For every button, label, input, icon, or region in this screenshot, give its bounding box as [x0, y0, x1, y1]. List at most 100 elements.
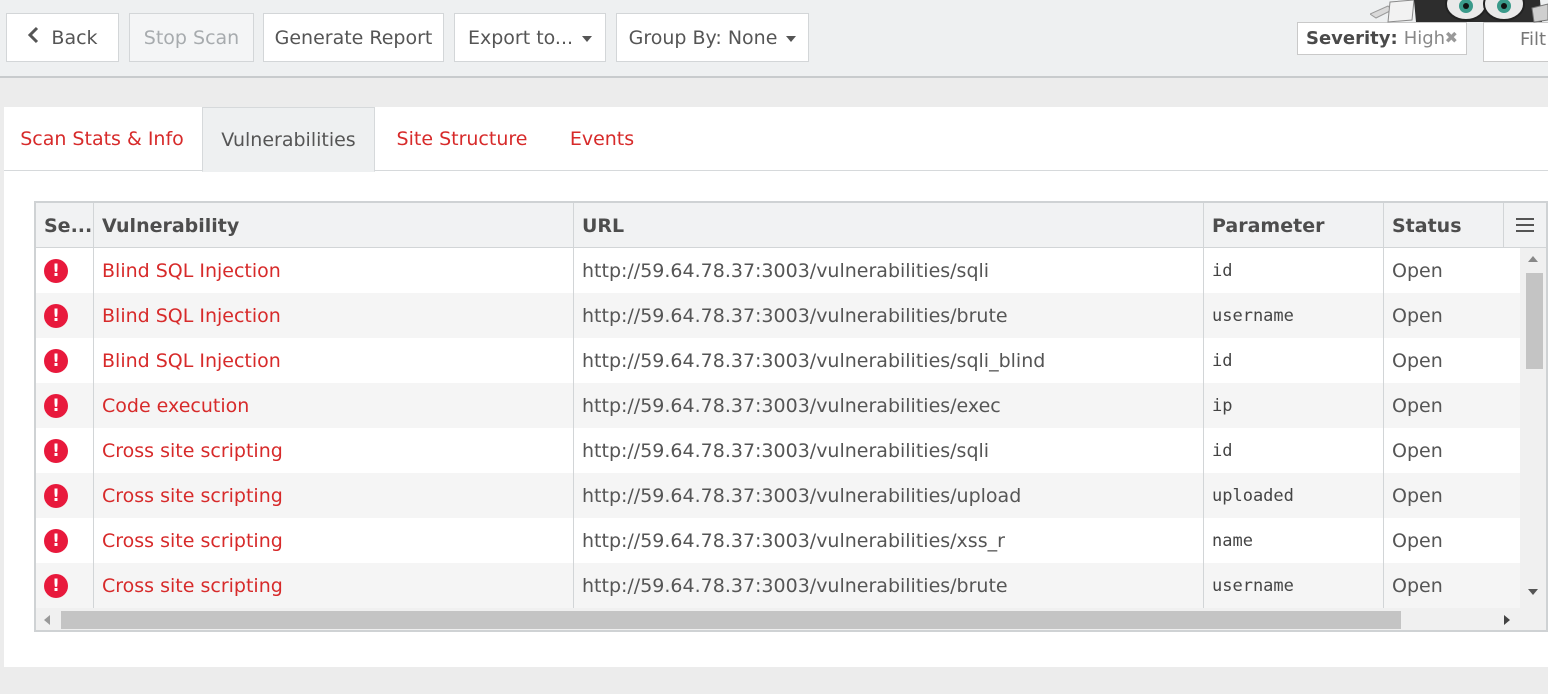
chevron-left-icon — [27, 26, 39, 49]
status-cell: Open — [1392, 439, 1443, 462]
tab-events[interactable]: Events — [552, 107, 652, 171]
vulnerability-cell[interactable]: Blind SQL Injection — [94, 248, 574, 293]
severity-filter-label: Severity: — [1306, 28, 1398, 49]
parameter-cell: username — [1204, 293, 1384, 338]
hamburger-menu-icon[interactable] — [1516, 218, 1534, 232]
back-label: Back — [51, 26, 98, 49]
grid-body: ! Blind SQL Injection http://59.64.78.37:3… — [36, 248, 1520, 608]
group-by-label: Group By: None — [628, 26, 778, 49]
tab-site-structure[interactable]: Site Structure — [384, 107, 540, 171]
severity-cell: ! — [36, 428, 94, 473]
toolbar: Back Stop Scan Generate Report Export to… — [0, 0, 1548, 78]
horizontal-scrollbar[interactable] — [36, 608, 1520, 630]
severity-cell: ! — [36, 248, 94, 293]
vulnerability-cell[interactable]: Blind SQL Injection — [94, 293, 574, 338]
parameter-cell: username — [1204, 563, 1384, 608]
vulnerabilities-grid: Se... Vulnerability URL Parameter Status… — [34, 201, 1548, 632]
table-row[interactable]: ! Cross site scripting http://59.64.78.37:… — [36, 473, 1520, 518]
generate-report-button[interactable]: Generate Report — [263, 13, 444, 62]
url-cell: http://59.64.78.37:3003/vulnerabilities/… — [574, 518, 1204, 563]
stop-scan-button[interactable]: Stop Scan — [129, 13, 254, 62]
exclamation-circle-icon: ! — [44, 573, 68, 598]
status-cell: Open — [1392, 259, 1443, 282]
status-cell: Open — [1392, 349, 1443, 372]
tab-scan-stats[interactable]: Scan Stats & Info — [4, 107, 200, 171]
tab-label: Vulnerabilities — [221, 128, 356, 151]
severity-cell: ! — [36, 338, 94, 383]
severity-cell: ! — [36, 563, 94, 608]
close-icon[interactable]: ✖ — [1445, 28, 1458, 47]
parameter-cell: id — [1204, 338, 1384, 383]
vulnerability-cell[interactable]: Cross site scripting — [94, 473, 574, 518]
back-button[interactable]: Back — [6, 13, 119, 62]
severity-filter-value: High — [1403, 28, 1446, 49]
generate-report-label: Generate Report — [274, 26, 433, 49]
scroll-up-arrow-icon[interactable] — [1528, 256, 1538, 262]
status-cell: Open — [1392, 484, 1443, 507]
export-label: Export to... — [467, 26, 574, 49]
table-row[interactable]: ! Cross site scripting http://59.64.78.37:… — [36, 563, 1520, 608]
exclamation-circle-icon: ! — [44, 303, 68, 328]
severity-cell: ! — [36, 383, 94, 428]
mascot-bug-image — [1370, 0, 1548, 23]
severity-cell: ! — [36, 293, 94, 338]
parameter-cell: uploaded — [1204, 473, 1384, 518]
scroll-left-arrow-icon[interactable] — [44, 615, 50, 625]
vulnerability-cell[interactable]: Cross site scripting — [94, 563, 574, 608]
exclamation-circle-icon: ! — [44, 438, 68, 463]
exclamation-circle-icon: ! — [44, 348, 68, 373]
status-cell: Open — [1392, 304, 1443, 327]
severity-cell: ! — [36, 473, 94, 518]
vulnerability-cell[interactable]: Cross site scripting — [94, 518, 574, 563]
table-row[interactable]: ! Cross site scripting http://59.64.78.37:… — [36, 518, 1520, 563]
column-header-vulnerability[interactable]: Vulnerability — [94, 203, 574, 248]
horizontal-scroll-thumb[interactable] — [61, 611, 1401, 629]
exclamation-circle-icon: ! — [44, 483, 68, 508]
vertical-scrollbar[interactable] — [1520, 248, 1546, 608]
grid-header: Se... Vulnerability URL Parameter Status — [36, 203, 1546, 248]
status-cell: Open — [1392, 574, 1443, 597]
parameter-cell: id — [1204, 428, 1384, 473]
url-cell: http://59.64.78.37:3003/vulnerabilities/… — [574, 383, 1204, 428]
tab-label: Scan Stats & Info — [20, 128, 184, 150]
url-cell: http://59.64.78.37:3003/vulnerabilities/… — [574, 338, 1204, 383]
table-row[interactable]: ! Code execution http://59.64.78.37:3003/v… — [36, 383, 1520, 428]
tab-vulnerabilities[interactable]: Vulnerabilities — [202, 107, 375, 172]
exclamation-circle-icon: ! — [44, 258, 68, 283]
stop-scan-label: Stop Scan — [143, 26, 240, 49]
url-cell: http://59.64.78.37:3003/vulnerabilities/… — [574, 248, 1204, 293]
table-row[interactable]: ! Blind SQL Injection http://59.64.78.37:3… — [36, 248, 1520, 293]
export-dropdown-button[interactable]: Export to... — [454, 13, 606, 62]
column-header-url[interactable]: URL — [574, 203, 1204, 248]
table-row[interactable]: ! Blind SQL Injection http://59.64.78.37:3… — [36, 338, 1520, 383]
scroll-corner — [1520, 608, 1546, 630]
vulnerability-cell[interactable]: Blind SQL Injection — [94, 338, 574, 383]
exclamation-circle-icon: ! — [44, 393, 68, 418]
column-header-status[interactable]: Status — [1384, 203, 1504, 248]
vertical-scroll-thumb[interactable] — [1526, 273, 1543, 369]
tab-bar: Scan Stats & Info Vulnerabilities Site S… — [4, 107, 1548, 172]
vulnerability-cell[interactable]: Code execution — [94, 383, 574, 428]
exclamation-circle-icon: ! — [44, 528, 68, 553]
table-row[interactable]: ! Cross site scripting http://59.64.78.37:… — [36, 428, 1520, 473]
caret-down-icon — [786, 35, 797, 42]
severity-cell: ! — [36, 518, 94, 563]
group-by-dropdown-button[interactable]: Group By: None — [616, 13, 809, 62]
scroll-down-arrow-icon[interactable] — [1528, 589, 1538, 595]
url-cell: http://59.64.78.37:3003/vulnerabilities/… — [574, 473, 1204, 518]
parameter-cell: id — [1204, 248, 1384, 293]
url-cell: http://59.64.78.37:3003/vulnerabilities/… — [574, 293, 1204, 338]
tab-label: Events — [569, 128, 635, 150]
column-header-parameter[interactable]: Parameter — [1204, 203, 1384, 248]
caret-down-icon — [582, 35, 593, 42]
scroll-right-arrow-icon[interactable] — [1504, 615, 1510, 625]
url-cell: http://59.64.78.37:3003/vulnerabilities/… — [574, 428, 1204, 473]
parameter-cell: ip — [1204, 383, 1384, 428]
column-header-severity[interactable]: Se... — [36, 203, 94, 248]
scan-results-panel: Scan Stats & Info Vulnerabilities Site S… — [4, 107, 1548, 667]
vulnerability-cell[interactable]: Cross site scripting — [94, 428, 574, 473]
table-row[interactable]: ! Blind SQL Injection http://59.64.78.37:3… — [36, 293, 1520, 338]
parameter-cell: name — [1204, 518, 1384, 563]
status-cell: Open — [1392, 529, 1443, 552]
status-cell: Open — [1392, 394, 1443, 417]
